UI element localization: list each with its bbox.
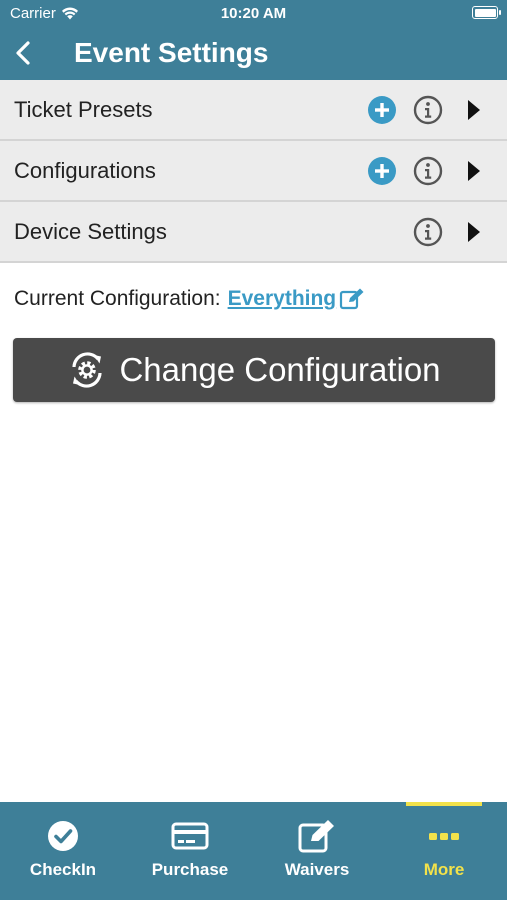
tab-more[interactable]: More	[381, 802, 507, 900]
credit-card-icon	[171, 818, 209, 854]
current-configuration: Current Configuration: Everything	[14, 287, 365, 311]
tab-purchase[interactable]: Purchase	[127, 802, 253, 900]
settings-list: Ticket Presets Configurations Device Set…	[0, 80, 507, 263]
triangle-right-icon	[468, 160, 480, 181]
ticket-presets-expand-button[interactable]	[459, 95, 489, 125]
info-icon	[413, 95, 443, 124]
triangle-right-icon	[468, 221, 480, 242]
configurations-expand-button[interactable]	[459, 156, 489, 186]
configurations-info-button[interactable]	[413, 156, 443, 186]
edit-configuration-button[interactable]	[339, 288, 365, 310]
plus-circle-icon	[368, 95, 396, 124]
current-configuration-link[interactable]: Everything	[228, 287, 337, 311]
tab-waivers[interactable]: Waivers	[254, 802, 380, 900]
status-time: 10:20 AM	[220, 5, 287, 22]
edit-icon	[340, 288, 364, 310]
app-header: Carrier 10:20 AM Event Settings	[0, 0, 507, 80]
battery-icon	[472, 6, 501, 19]
back-button[interactable]	[8, 36, 38, 70]
row-label: Ticket Presets	[14, 96, 153, 122]
device-settings-info-button[interactable]	[413, 217, 443, 247]
tab-bar: CheckIn Purchase Waivers More	[0, 802, 507, 900]
info-icon	[413, 156, 443, 185]
plus-circle-icon	[368, 156, 396, 185]
more-icon	[428, 818, 460, 854]
ticket-presets-info-button[interactable]	[413, 95, 443, 125]
change-configuration-button[interactable]: Change Configuration	[13, 338, 495, 402]
check-circle-icon	[47, 818, 79, 854]
add-ticket-preset-button[interactable]	[367, 95, 397, 125]
chevron-left-icon	[16, 41, 30, 65]
sync-gear-icon	[67, 350, 107, 390]
current-configuration-label: Current Configuration:	[14, 287, 221, 310]
triangle-right-icon	[468, 99, 480, 120]
status-bar: Carrier 10:20 AM	[0, 0, 507, 28]
settings-row-device-settings[interactable]: Device Settings	[0, 202, 507, 263]
tab-label: CheckIn	[29, 860, 97, 879]
change-configuration-label: Change Configuration	[119, 351, 441, 388]
tab-label: More	[423, 860, 465, 879]
add-configuration-button[interactable]	[367, 156, 397, 186]
tab-label: Purchase	[151, 860, 229, 879]
settings-row-configurations[interactable]: Configurations	[0, 141, 507, 202]
settings-row-ticket-presets[interactable]: Ticket Presets	[0, 80, 507, 141]
row-label: Device Settings	[14, 218, 167, 244]
tab-label: Waivers	[284, 860, 350, 879]
info-icon	[413, 217, 443, 246]
page-title: Event Settings	[74, 37, 269, 68]
tab-checkin[interactable]: CheckIn	[0, 802, 126, 900]
row-label: Configurations	[14, 157, 156, 183]
device-settings-expand-button[interactable]	[459, 217, 489, 247]
edit-icon	[298, 818, 336, 854]
